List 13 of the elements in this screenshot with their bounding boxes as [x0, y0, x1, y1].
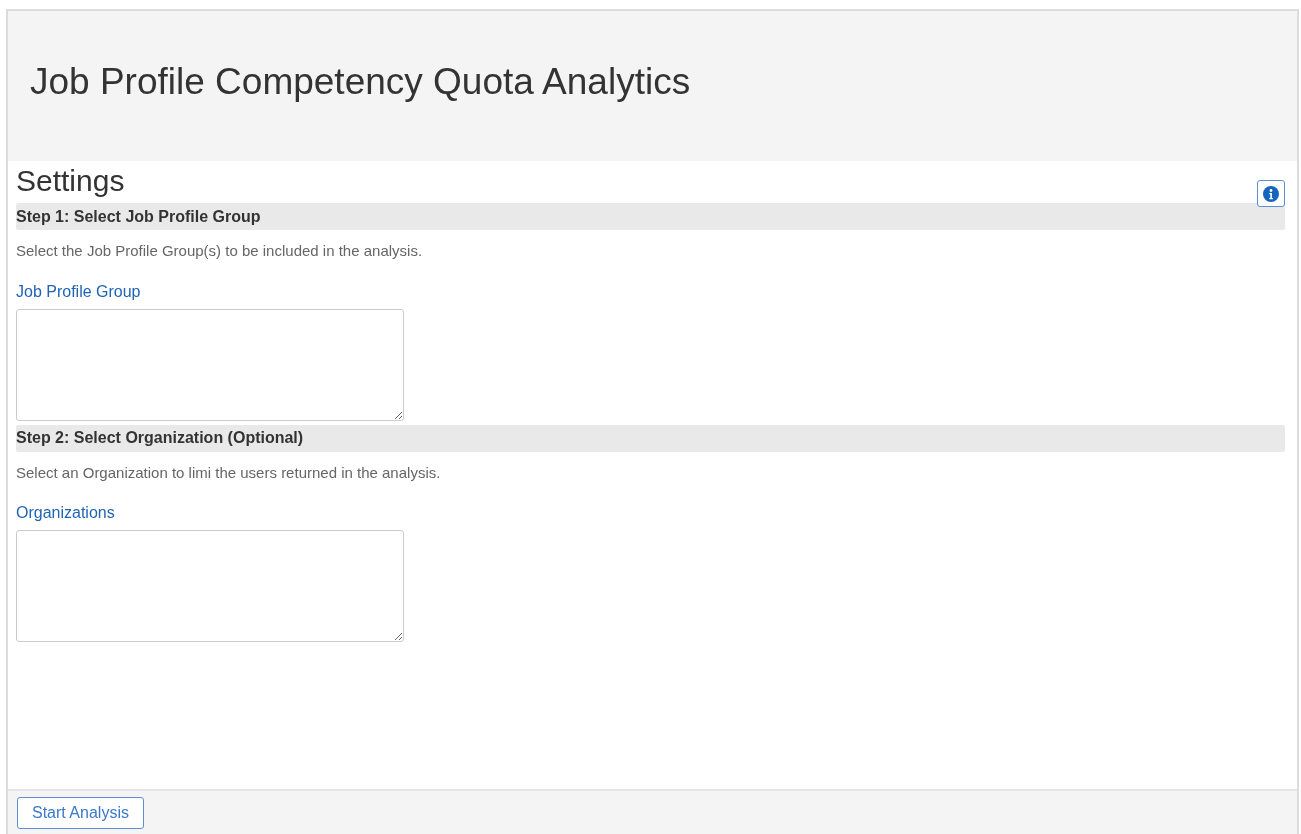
info-icon [1263, 185, 1279, 202]
input-field[interactable] [16, 308, 404, 421]
field-label: Job Profile Group [16, 281, 141, 302]
step-description: Select the Job Profile Group(s) to be included in the analysis. [16, 241, 424, 261]
step-heading: Step 1: Select Job Profile Group [16, 206, 261, 227]
input-field[interactable] [16, 530, 404, 642]
step-description: Select an Organization to limi the users returned in the analysis. [16, 462, 442, 483]
start-analysis-button[interactable]: Start Analysis [17, 796, 144, 829]
page-title: Job Profile Competency Quota Analytics [30, 60, 691, 105]
field-label: Organizations [16, 503, 115, 523]
step-heading: Step 2: Select Organization (Optional) [16, 428, 304, 448]
settings-title: Settings [16, 163, 125, 199]
info-button[interactable] [1257, 180, 1285, 207]
